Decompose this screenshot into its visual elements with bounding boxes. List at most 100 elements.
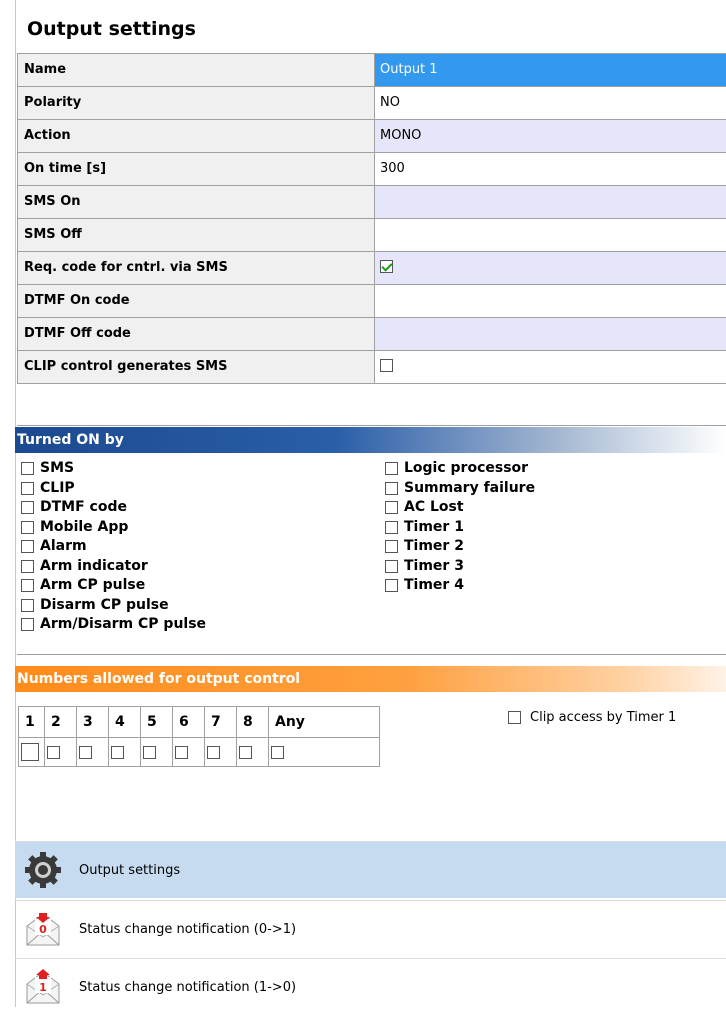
setting-label: SMS On bbox=[17, 186, 375, 218]
number-cell[interactable] bbox=[140, 737, 173, 767]
nav-item-label: Status change notification (0->1) bbox=[79, 921, 297, 937]
setting-row: DTMF Off code bbox=[17, 318, 726, 351]
turned-on-option[interactable]: Timer 3 bbox=[385, 557, 535, 577]
number-cell[interactable] bbox=[108, 737, 141, 767]
turned-on-option[interactable]: SMS bbox=[21, 459, 206, 479]
number-cell[interactable] bbox=[76, 737, 109, 767]
option-checkbox[interactable] bbox=[385, 462, 398, 476]
setting-value[interactable] bbox=[375, 219, 726, 251]
option-checkbox[interactable] bbox=[21, 559, 34, 573]
setting-row: Name Output 1 bbox=[17, 54, 726, 87]
setting-value[interactable]: MONO bbox=[375, 120, 726, 152]
setting-row: Action MONO bbox=[17, 120, 726, 153]
setting-row: Polarity NO bbox=[17, 87, 726, 120]
setting-row: On time [s] 300 bbox=[17, 153, 726, 186]
option-checkbox[interactable] bbox=[385, 481, 398, 495]
nav-item[interactable]: 0 Status change notification (0->1) bbox=[15, 900, 726, 957]
number-checkbox[interactable] bbox=[79, 745, 92, 759]
nav-item[interactable]: Output settings bbox=[15, 841, 726, 898]
number-checkbox[interactable] bbox=[47, 745, 60, 759]
turned-on-option[interactable]: Alarm bbox=[21, 537, 206, 557]
number-header: Any bbox=[268, 706, 380, 738]
turned-on-option[interactable]: AC Lost bbox=[385, 498, 535, 518]
clip-timer-label: Clip access by Timer 1 bbox=[530, 710, 677, 725]
turned-on-option[interactable]: Arm CP pulse bbox=[21, 576, 206, 596]
turned-on-option[interactable]: Logic processor bbox=[385, 459, 535, 479]
number-cell[interactable] bbox=[204, 737, 237, 767]
option-checkbox[interactable] bbox=[21, 501, 34, 515]
number-checkbox[interactable] bbox=[239, 745, 252, 759]
option-checkbox[interactable] bbox=[21, 540, 34, 554]
number-cell[interactable] bbox=[44, 737, 77, 767]
setting-label: Action bbox=[17, 120, 375, 152]
option-label: Disarm CP pulse bbox=[40, 596, 169, 613]
number-checkbox[interactable] bbox=[175, 745, 188, 759]
option-checkbox[interactable] bbox=[21, 481, 34, 495]
setting-checkbox[interactable] bbox=[380, 358, 393, 372]
setting-label: CLIP control generates SMS bbox=[17, 351, 375, 383]
number-header: 6 bbox=[172, 706, 205, 738]
setting-value[interactable] bbox=[375, 318, 726, 350]
option-checkbox[interactable] bbox=[385, 501, 398, 515]
setting-value[interactable] bbox=[375, 186, 726, 218]
number-checkbox[interactable] bbox=[21, 743, 39, 761]
number-cell[interactable] bbox=[236, 737, 269, 767]
option-label: Summary failure bbox=[404, 479, 536, 496]
turned-on-option[interactable]: Mobile App bbox=[21, 518, 206, 538]
turned-on-option[interactable]: Summary failure bbox=[385, 479, 535, 499]
turned-on-option[interactable]: DTMF code bbox=[21, 498, 206, 518]
turned-on-option[interactable]: Timer 1 bbox=[385, 518, 535, 538]
turned-on-option[interactable]: Arm/Disarm CP pulse bbox=[21, 615, 206, 635]
number-header: 7 bbox=[204, 706, 237, 738]
option-checkbox[interactable] bbox=[385, 579, 398, 593]
turned-on-option[interactable]: Arm indicator bbox=[21, 557, 206, 577]
setting-row: SMS Off bbox=[17, 219, 726, 252]
option-label: Timer 1 bbox=[404, 518, 464, 535]
option-checkbox[interactable] bbox=[21, 598, 34, 612]
setting-row: DTMF On code bbox=[17, 285, 726, 318]
option-checkbox[interactable] bbox=[21, 462, 34, 476]
number-header: 8 bbox=[236, 706, 269, 738]
setting-label: DTMF Off code bbox=[17, 318, 375, 350]
nav-item[interactable]: 1 Status change notification (1->0) bbox=[15, 958, 726, 1015]
setting-value[interactable] bbox=[375, 285, 726, 317]
number-checkbox[interactable] bbox=[111, 745, 124, 759]
option-checkbox[interactable] bbox=[21, 579, 34, 593]
option-checkbox[interactable] bbox=[385, 559, 398, 573]
setting-value[interactable]: NO bbox=[375, 87, 726, 119]
setting-value[interactable]: Output 1 bbox=[375, 54, 726, 86]
setting-value[interactable] bbox=[375, 252, 726, 284]
option-checkbox[interactable] bbox=[385, 520, 398, 534]
turned-on-option[interactable]: CLIP bbox=[21, 479, 206, 499]
number-cell[interactable] bbox=[172, 737, 205, 767]
number-checkbox[interactable] bbox=[271, 745, 284, 759]
option-checkbox[interactable] bbox=[21, 520, 34, 534]
svg-text:0: 0 bbox=[39, 923, 47, 936]
setting-row: Req. code for cntrl. via SMS bbox=[17, 252, 726, 285]
turned-on-option[interactable]: Timer 4 bbox=[385, 576, 535, 596]
setting-checkbox[interactable] bbox=[380, 259, 393, 273]
option-label: Arm/Disarm CP pulse bbox=[40, 616, 207, 632]
option-label: Timer 4 bbox=[404, 577, 464, 593]
clip-timer-checkbox[interactable] bbox=[508, 711, 521, 724]
setting-value[interactable] bbox=[375, 351, 726, 383]
number-cell[interactable] bbox=[268, 737, 380, 767]
number-checkbox[interactable] bbox=[207, 745, 220, 759]
grid-empty-area bbox=[17, 393, 726, 426]
option-checkbox[interactable] bbox=[21, 618, 34, 632]
setting-value[interactable]: 300 bbox=[375, 153, 726, 185]
clip-timer-option[interactable]: Clip access by Timer 1 bbox=[508, 710, 676, 725]
setting-label: On time [s] bbox=[17, 153, 375, 185]
turned-on-by-header: Turned ON by bbox=[15, 427, 726, 453]
option-checkbox[interactable] bbox=[385, 540, 398, 554]
number-cell[interactable] bbox=[18, 737, 45, 767]
turned-on-by-panel: SMS CLIP DTMF code Mobile App Alarm Arm indic… bbox=[17, 459, 726, 655]
turned-on-option[interactable]: Timer 2 bbox=[385, 537, 535, 557]
option-label: Mobile App bbox=[40, 518, 129, 535]
option-label: Timer 3 bbox=[404, 557, 464, 574]
turned-on-by-left-column: SMS CLIP DTMF code Mobile App Alarm Arm indic… bbox=[21, 459, 206, 635]
number-checkbox[interactable] bbox=[143, 745, 156, 759]
svg-text:1: 1 bbox=[39, 981, 47, 994]
setting-label: SMS Off bbox=[17, 219, 375, 251]
turned-on-option[interactable]: Disarm CP pulse bbox=[21, 596, 206, 616]
